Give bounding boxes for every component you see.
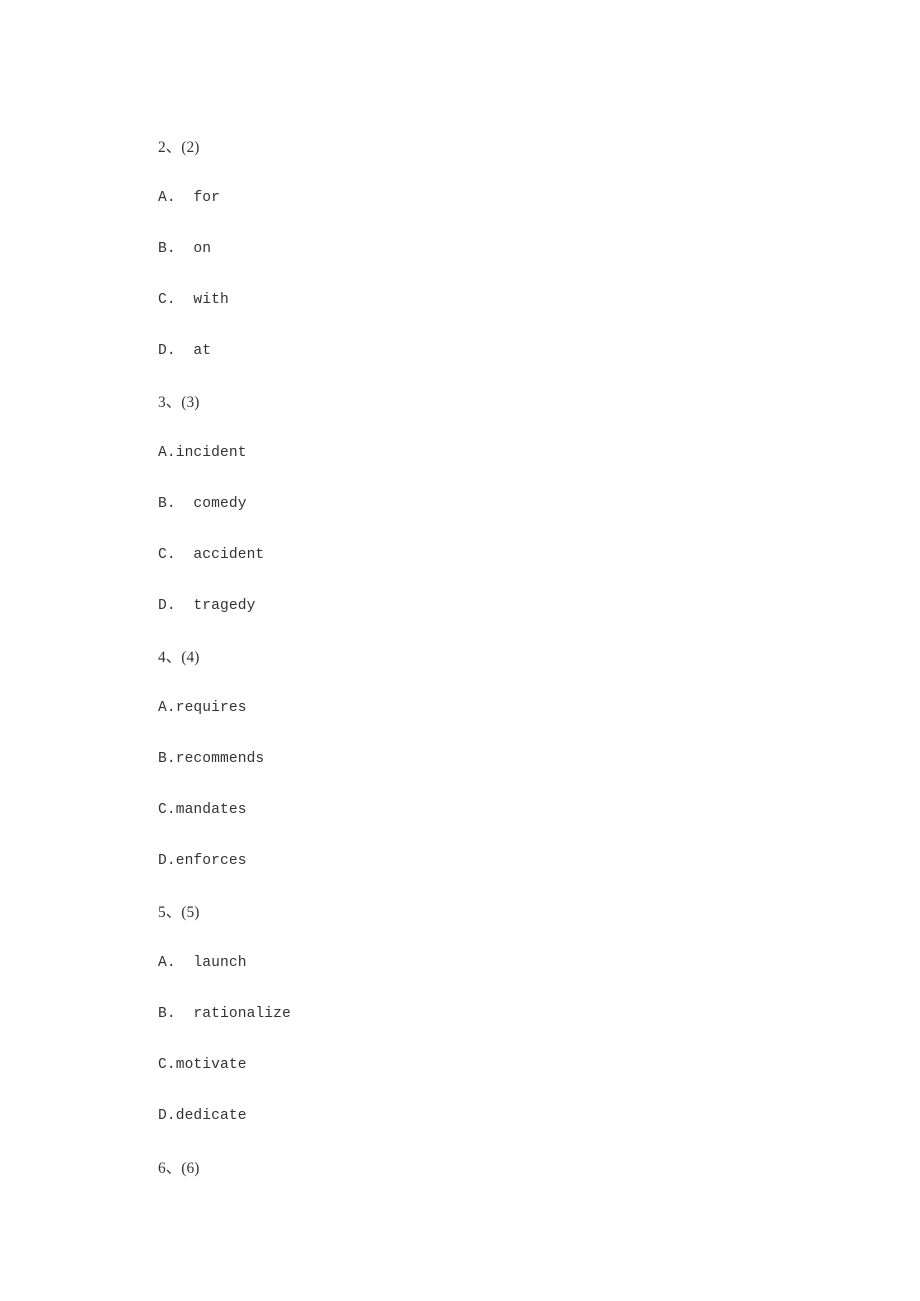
option-3-c: C. accident — [158, 547, 265, 563]
question-list: 2、(2) A. for B. on C. with D. at 3、(3) A… — [158, 122, 858, 1195]
option-4-b: B.recommends — [158, 751, 265, 767]
option-4-d: D.enforces — [158, 853, 247, 869]
option-4-a: A.requires — [158, 700, 247, 716]
option-5-a: A. launch — [158, 955, 247, 971]
document-page: 2、(2) A. for B. on C. with D. at 3、(3) A… — [0, 0, 920, 1301]
option-2-a: A. for — [158, 190, 221, 206]
option-5-d: D.dedicate — [158, 1108, 247, 1124]
question-number-6: 6、(6) — [158, 1160, 200, 1177]
question-number-2: 2、(2) — [158, 139, 200, 156]
option-5-c: C.motivate — [158, 1057, 247, 1073]
option-2-d: D. at — [158, 343, 212, 359]
option-3-d: D. tragedy — [158, 598, 256, 614]
option-5-b: B. rationalize — [158, 1006, 291, 1022]
question-number-5: 5、(5) — [158, 904, 200, 921]
question-number-4: 4、(4) — [158, 649, 200, 666]
option-3-a: A.incident — [158, 445, 247, 461]
option-2-b: B. on — [158, 241, 212, 257]
option-3-b: B. comedy — [158, 496, 247, 512]
option-4-c: C.mandates — [158, 802, 247, 818]
question-number-3: 3、(3) — [158, 394, 200, 411]
option-2-c: C. with — [158, 292, 229, 308]
